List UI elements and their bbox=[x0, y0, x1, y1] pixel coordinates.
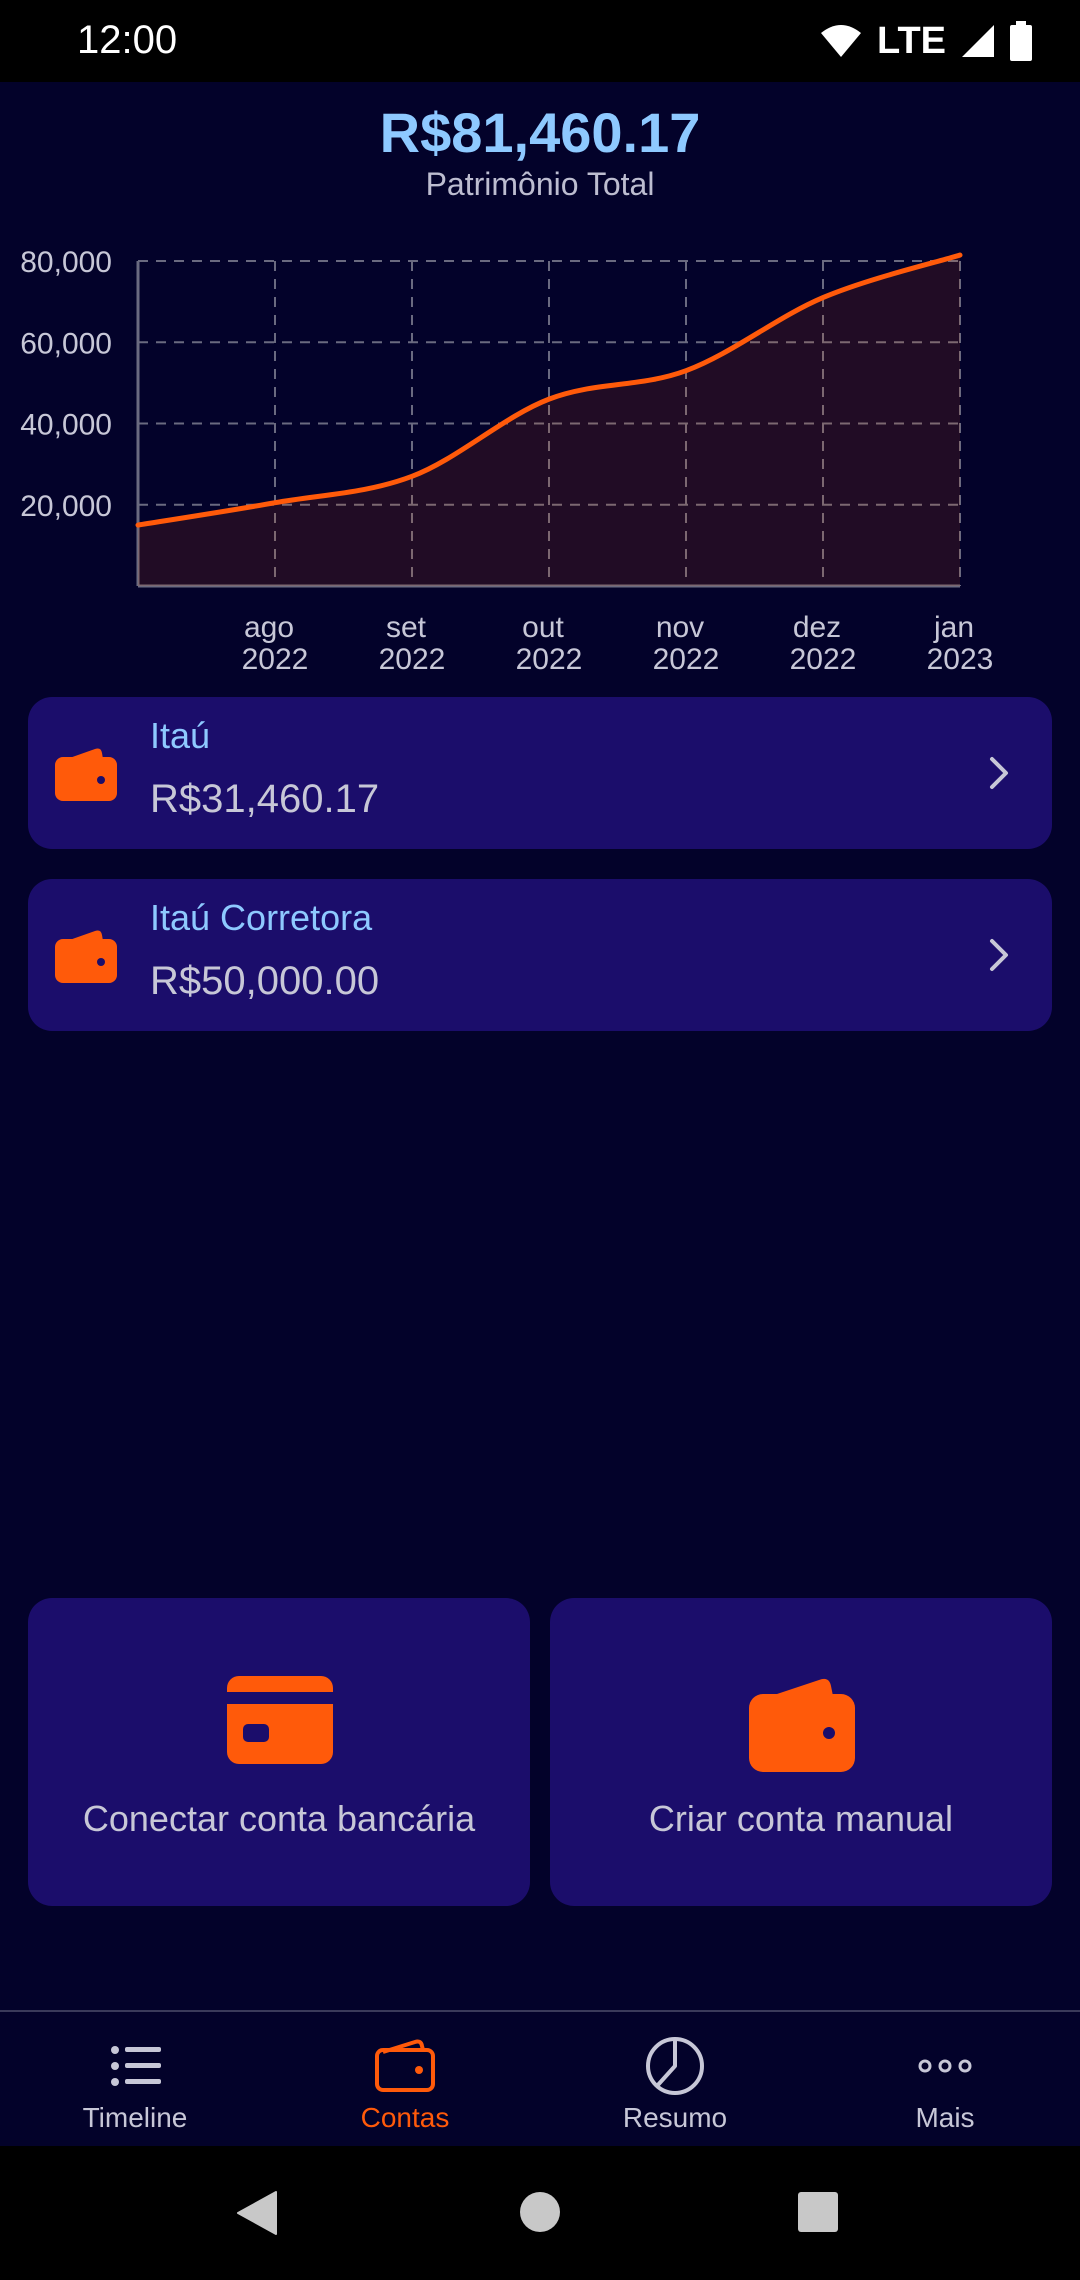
chart-x-tick-year: 2022 bbox=[653, 643, 720, 676]
total-net-worth: R$81,460.17 bbox=[379, 101, 701, 164]
wallet-icon bbox=[55, 930, 117, 983]
chart-y-tick-label: 60,000 bbox=[20, 327, 112, 360]
connect-bank-account-button[interactable]: Conectar conta bancária bbox=[28, 1598, 530, 1906]
status-time: 12:00 bbox=[77, 18, 178, 62]
chart-x-tick-year: 2023 bbox=[927, 643, 994, 676]
network-type: LTE bbox=[877, 19, 946, 62]
chart-x-tick-year: 2022 bbox=[379, 643, 446, 676]
nav-timeline[interactable]: Timeline bbox=[0, 2012, 270, 2148]
chart-x-tick-month: set bbox=[386, 611, 427, 644]
bottom-navigation: Timeline Contas Resumo Mais bbox=[0, 2010, 1080, 2148]
account-card-itau-corretora[interactable]: Itaú Corretora R$50,000.00 bbox=[28, 879, 1052, 1031]
recents-icon[interactable] bbox=[798, 2192, 838, 2232]
list-icon bbox=[111, 2046, 161, 2086]
system-navigation-bar bbox=[0, 2146, 1080, 2280]
credit-card-icon bbox=[227, 1676, 333, 1764]
chart-x-tick-month: nov bbox=[656, 611, 704, 644]
more-icon bbox=[918, 2059, 972, 2073]
total-net-worth-label: Patrimônio Total bbox=[425, 166, 655, 202]
account-balance: R$31,460.17 bbox=[150, 777, 380, 821]
chart-x-tick-year: 2022 bbox=[242, 643, 309, 676]
chart-x-tick-month: dez bbox=[793, 611, 841, 644]
nav-mais[interactable]: Mais bbox=[810, 2012, 1080, 2148]
wallet-icon bbox=[375, 2039, 435, 2092]
net-worth-chart: 20,00040,00060,00080,000ago2022set2022ou… bbox=[20, 246, 994, 676]
nav-resumo[interactable]: Resumo bbox=[540, 2012, 810, 2148]
battery-icon bbox=[1010, 21, 1032, 61]
pie-chart-icon bbox=[646, 2037, 704, 2095]
chevron-right-icon bbox=[990, 939, 1008, 971]
nav-label: Contas bbox=[360, 2102, 450, 2133]
chart-x-tick-year: 2022 bbox=[790, 643, 857, 676]
signal-icon bbox=[962, 25, 994, 57]
create-manual-account-label: Criar conta manual bbox=[648, 1798, 954, 1839]
nav-label: Timeline bbox=[82, 2102, 188, 2133]
nav-label: Resumo bbox=[622, 2102, 728, 2133]
account-card-itau[interactable]: Itaú R$31,460.17 bbox=[28, 697, 1052, 849]
back-icon[interactable] bbox=[236, 2190, 280, 2236]
chart-x-tick-month: jan bbox=[933, 611, 974, 644]
account-name: Itaú Corretora bbox=[150, 897, 373, 938]
account-balance: R$50,000.00 bbox=[150, 959, 380, 1003]
chart-y-tick-label: 80,000 bbox=[20, 246, 112, 279]
chart-y-tick-label: 40,000 bbox=[20, 409, 112, 442]
create-manual-account-button[interactable]: Criar conta manual bbox=[550, 1598, 1052, 1906]
status-icons: LTE bbox=[819, 18, 1032, 64]
nav-contas[interactable]: Contas bbox=[270, 2012, 540, 2148]
chevron-right-icon bbox=[990, 757, 1008, 789]
wallet-icon bbox=[749, 1678, 855, 1772]
home-icon[interactable] bbox=[518, 2190, 562, 2234]
connect-bank-account-label: Conectar conta bancária bbox=[82, 1798, 476, 1839]
chart-y-tick-label: 20,000 bbox=[20, 490, 112, 523]
wifi-icon bbox=[821, 25, 862, 57]
wallet-icon bbox=[55, 748, 117, 801]
status-bar: 12:00 LTE bbox=[0, 0, 1080, 82]
chart-x-tick-month: ago bbox=[244, 611, 294, 644]
chart-x-tick-month: out bbox=[522, 611, 564, 644]
account-name: Itaú bbox=[150, 715, 211, 756]
chart-x-tick-year: 2022 bbox=[516, 643, 583, 676]
nav-label: Mais bbox=[915, 2102, 975, 2133]
